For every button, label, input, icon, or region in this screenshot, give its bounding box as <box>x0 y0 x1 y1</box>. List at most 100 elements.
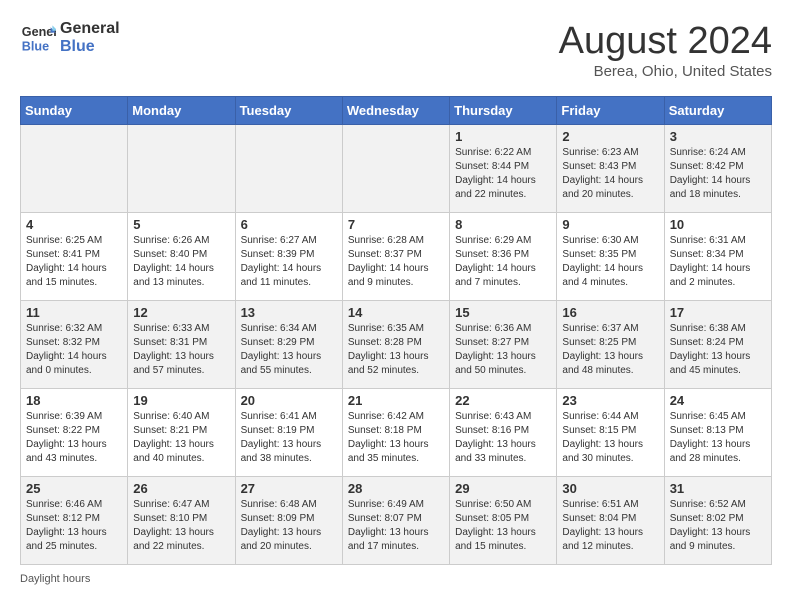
calendar-cell <box>342 125 449 213</box>
day-number: 1 <box>455 129 551 144</box>
day-number: 25 <box>26 481 122 496</box>
day-info: Sunrise: 6:47 AM Sunset: 8:10 PM Dayligh… <box>133 498 229 554</box>
day-header-friday: Friday <box>557 97 664 125</box>
calendar-cell: 24 Sunrise: 6:45 AM Sunset: 8:13 PM Dayli… <box>664 389 771 477</box>
day-info: Sunrise: 6:24 AM Sunset: 8:42 PM Dayligh… <box>670 146 766 202</box>
week-row-4: 18 Sunrise: 6:39 AM Sunset: 8:22 PM Dayli… <box>21 389 772 477</box>
day-number: 22 <box>455 393 551 408</box>
day-info: Sunrise: 6:31 AM Sunset: 8:34 PM Dayligh… <box>670 234 766 290</box>
day-header-monday: Monday <box>128 97 235 125</box>
calendar-cell: 20 Sunrise: 6:41 AM Sunset: 8:19 PM Dayli… <box>235 389 342 477</box>
calendar-cell: 4 Sunrise: 6:25 AM Sunset: 8:41 PM Daylig… <box>21 213 128 301</box>
day-info: Sunrise: 6:51 AM Sunset: 8:04 PM Dayligh… <box>562 498 658 554</box>
header-row: SundayMondayTuesdayWednesdayThursdayFrid… <box>21 97 772 125</box>
calendar-cell: 28 Sunrise: 6:49 AM Sunset: 8:07 PM Dayli… <box>342 477 449 565</box>
calendar-cell: 2 Sunrise: 6:23 AM Sunset: 8:43 PM Daylig… <box>557 125 664 213</box>
day-info: Sunrise: 6:25 AM Sunset: 8:41 PM Dayligh… <box>26 234 122 290</box>
day-number: 13 <box>241 305 337 320</box>
day-info: Sunrise: 6:40 AM Sunset: 8:21 PM Dayligh… <box>133 410 229 466</box>
calendar-cell: 1Sunrise: 6:22 AM Sunset: 8:44 PM Daylig… <box>450 125 557 213</box>
day-number: 26 <box>133 481 229 496</box>
calendar-cell: 18 Sunrise: 6:39 AM Sunset: 8:22 PM Dayli… <box>21 389 128 477</box>
svg-text:Blue: Blue <box>22 40 49 54</box>
calendar-cell: 3 Sunrise: 6:24 AM Sunset: 8:42 PM Daylig… <box>664 125 771 213</box>
day-number: 20 <box>241 393 337 408</box>
calendar-cell: 11 Sunrise: 6:32 AM Sunset: 8:32 PM Dayli… <box>21 301 128 389</box>
day-number: 5 <box>133 217 229 232</box>
day-number: 24 <box>670 393 766 408</box>
calendar-cell: 29Sunrise: 6:50 AM Sunset: 8:05 PM Dayli… <box>450 477 557 565</box>
logo-icon: General Blue <box>20 20 56 56</box>
day-info: Sunrise: 6:29 AM Sunset: 8:36 PM Dayligh… <box>455 234 551 290</box>
day-number: 17 <box>670 305 766 320</box>
day-number: 30 <box>562 481 658 496</box>
day-number: 18 <box>26 393 122 408</box>
week-row-2: 4 Sunrise: 6:25 AM Sunset: 8:41 PM Daylig… <box>21 213 772 301</box>
calendar-cell: 23 Sunrise: 6:44 AM Sunset: 8:15 PM Dayli… <box>557 389 664 477</box>
week-row-5: 25 Sunrise: 6:46 AM Sunset: 8:12 PM Dayli… <box>21 477 772 565</box>
day-header-wednesday: Wednesday <box>342 97 449 125</box>
day-info: Sunrise: 6:27 AM Sunset: 8:39 PM Dayligh… <box>241 234 337 290</box>
day-info: Sunrise: 6:34 AM Sunset: 8:29 PM Dayligh… <box>241 322 337 378</box>
calendar-cell: 7Sunrise: 6:28 AM Sunset: 8:37 PM Daylig… <box>342 213 449 301</box>
calendar-cell: 15Sunrise: 6:36 AM Sunset: 8:27 PM Dayli… <box>450 301 557 389</box>
day-number: 19 <box>133 393 229 408</box>
calendar-cell: 9Sunrise: 6:30 AM Sunset: 8:35 PM Daylig… <box>557 213 664 301</box>
day-number: 3 <box>670 129 766 144</box>
calendar-cell: 25 Sunrise: 6:46 AM Sunset: 8:12 PM Dayli… <box>21 477 128 565</box>
logo-text-general: General <box>60 20 120 38</box>
day-info: Sunrise: 6:37 AM Sunset: 8:25 PM Dayligh… <box>562 322 658 378</box>
day-number: 6 <box>241 217 337 232</box>
calendar-cell: 13 Sunrise: 6:34 AM Sunset: 8:29 PM Dayli… <box>235 301 342 389</box>
calendar-cell: 6 Sunrise: 6:27 AM Sunset: 8:39 PM Daylig… <box>235 213 342 301</box>
calendar-cell: 8 Sunrise: 6:29 AM Sunset: 8:36 PM Daylig… <box>450 213 557 301</box>
day-number: 2 <box>562 129 658 144</box>
day-number: 10 <box>670 217 766 232</box>
day-number: 7 <box>348 217 444 232</box>
day-info: Sunrise: 6:39 AM Sunset: 8:22 PM Dayligh… <box>26 410 122 466</box>
day-header-saturday: Saturday <box>664 97 771 125</box>
day-number: 4 <box>26 217 122 232</box>
day-info: Sunrise: 6:43 AM Sunset: 8:16 PM Dayligh… <box>455 410 551 466</box>
day-info: Sunrise: 6:32 AM Sunset: 8:32 PM Dayligh… <box>26 322 122 378</box>
day-number: 21 <box>348 393 444 408</box>
week-row-3: 11 Sunrise: 6:32 AM Sunset: 8:32 PM Dayli… <box>21 301 772 389</box>
day-number: 11 <box>26 305 122 320</box>
day-info: Sunrise: 6:52 AM Sunset: 8:02 PM Dayligh… <box>670 498 766 554</box>
calendar-cell: 5 Sunrise: 6:26 AM Sunset: 8:40 PM Daylig… <box>128 213 235 301</box>
day-header-tuesday: Tuesday <box>235 97 342 125</box>
week-row-1: 1Sunrise: 6:22 AM Sunset: 8:44 PM Daylig… <box>21 125 772 213</box>
calendar-cell: 12Sunrise: 6:33 AM Sunset: 8:31 PM Dayli… <box>128 301 235 389</box>
day-info: Sunrise: 6:38 AM Sunset: 8:24 PM Dayligh… <box>670 322 766 378</box>
calendar-cell: 19 Sunrise: 6:40 AM Sunset: 8:21 PM Dayli… <box>128 389 235 477</box>
day-info: Sunrise: 6:41 AM Sunset: 8:19 PM Dayligh… <box>241 410 337 466</box>
day-number: 15 <box>455 305 551 320</box>
day-info: Sunrise: 6:44 AM Sunset: 8:15 PM Dayligh… <box>562 410 658 466</box>
calendar-cell: 21Sunrise: 6:42 AM Sunset: 8:18 PM Dayli… <box>342 389 449 477</box>
calendar-cell: 30 Sunrise: 6:51 AM Sunset: 8:04 PM Dayli… <box>557 477 664 565</box>
day-info: Sunrise: 6:23 AM Sunset: 8:43 PM Dayligh… <box>562 146 658 202</box>
day-number: 28 <box>348 481 444 496</box>
footer: Daylight hours <box>20 573 772 585</box>
calendar-cell: 17 Sunrise: 6:38 AM Sunset: 8:24 PM Dayli… <box>664 301 771 389</box>
day-info: Sunrise: 6:35 AM Sunset: 8:28 PM Dayligh… <box>348 322 444 378</box>
calendar-cell: 10 Sunrise: 6:31 AM Sunset: 8:34 PM Dayli… <box>664 213 771 301</box>
day-number: 14 <box>348 305 444 320</box>
day-number: 27 <box>241 481 337 496</box>
day-number: 23 <box>562 393 658 408</box>
day-info: Sunrise: 6:49 AM Sunset: 8:07 PM Dayligh… <box>348 498 444 554</box>
day-info: Sunrise: 6:46 AM Sunset: 8:12 PM Dayligh… <box>26 498 122 554</box>
calendar-title: August 2024 <box>559 20 772 63</box>
page-header: General Blue General Blue August 2024 Be… <box>20 20 772 80</box>
calendar-subtitle: Berea, Ohio, United States <box>559 63 772 80</box>
title-block: August 2024 Berea, Ohio, United States <box>559 20 772 80</box>
calendar-cell <box>21 125 128 213</box>
day-info: Sunrise: 6:30 AM Sunset: 8:35 PM Dayligh… <box>562 234 658 290</box>
day-info: Sunrise: 6:45 AM Sunset: 8:13 PM Dayligh… <box>670 410 766 466</box>
day-info: Sunrise: 6:26 AM Sunset: 8:40 PM Dayligh… <box>133 234 229 290</box>
logo-text-blue: Blue <box>60 38 120 56</box>
calendar-cell: 22 Sunrise: 6:43 AM Sunset: 8:16 PM Dayli… <box>450 389 557 477</box>
day-number: 29 <box>455 481 551 496</box>
day-number: 31 <box>670 481 766 496</box>
day-number: 8 <box>455 217 551 232</box>
